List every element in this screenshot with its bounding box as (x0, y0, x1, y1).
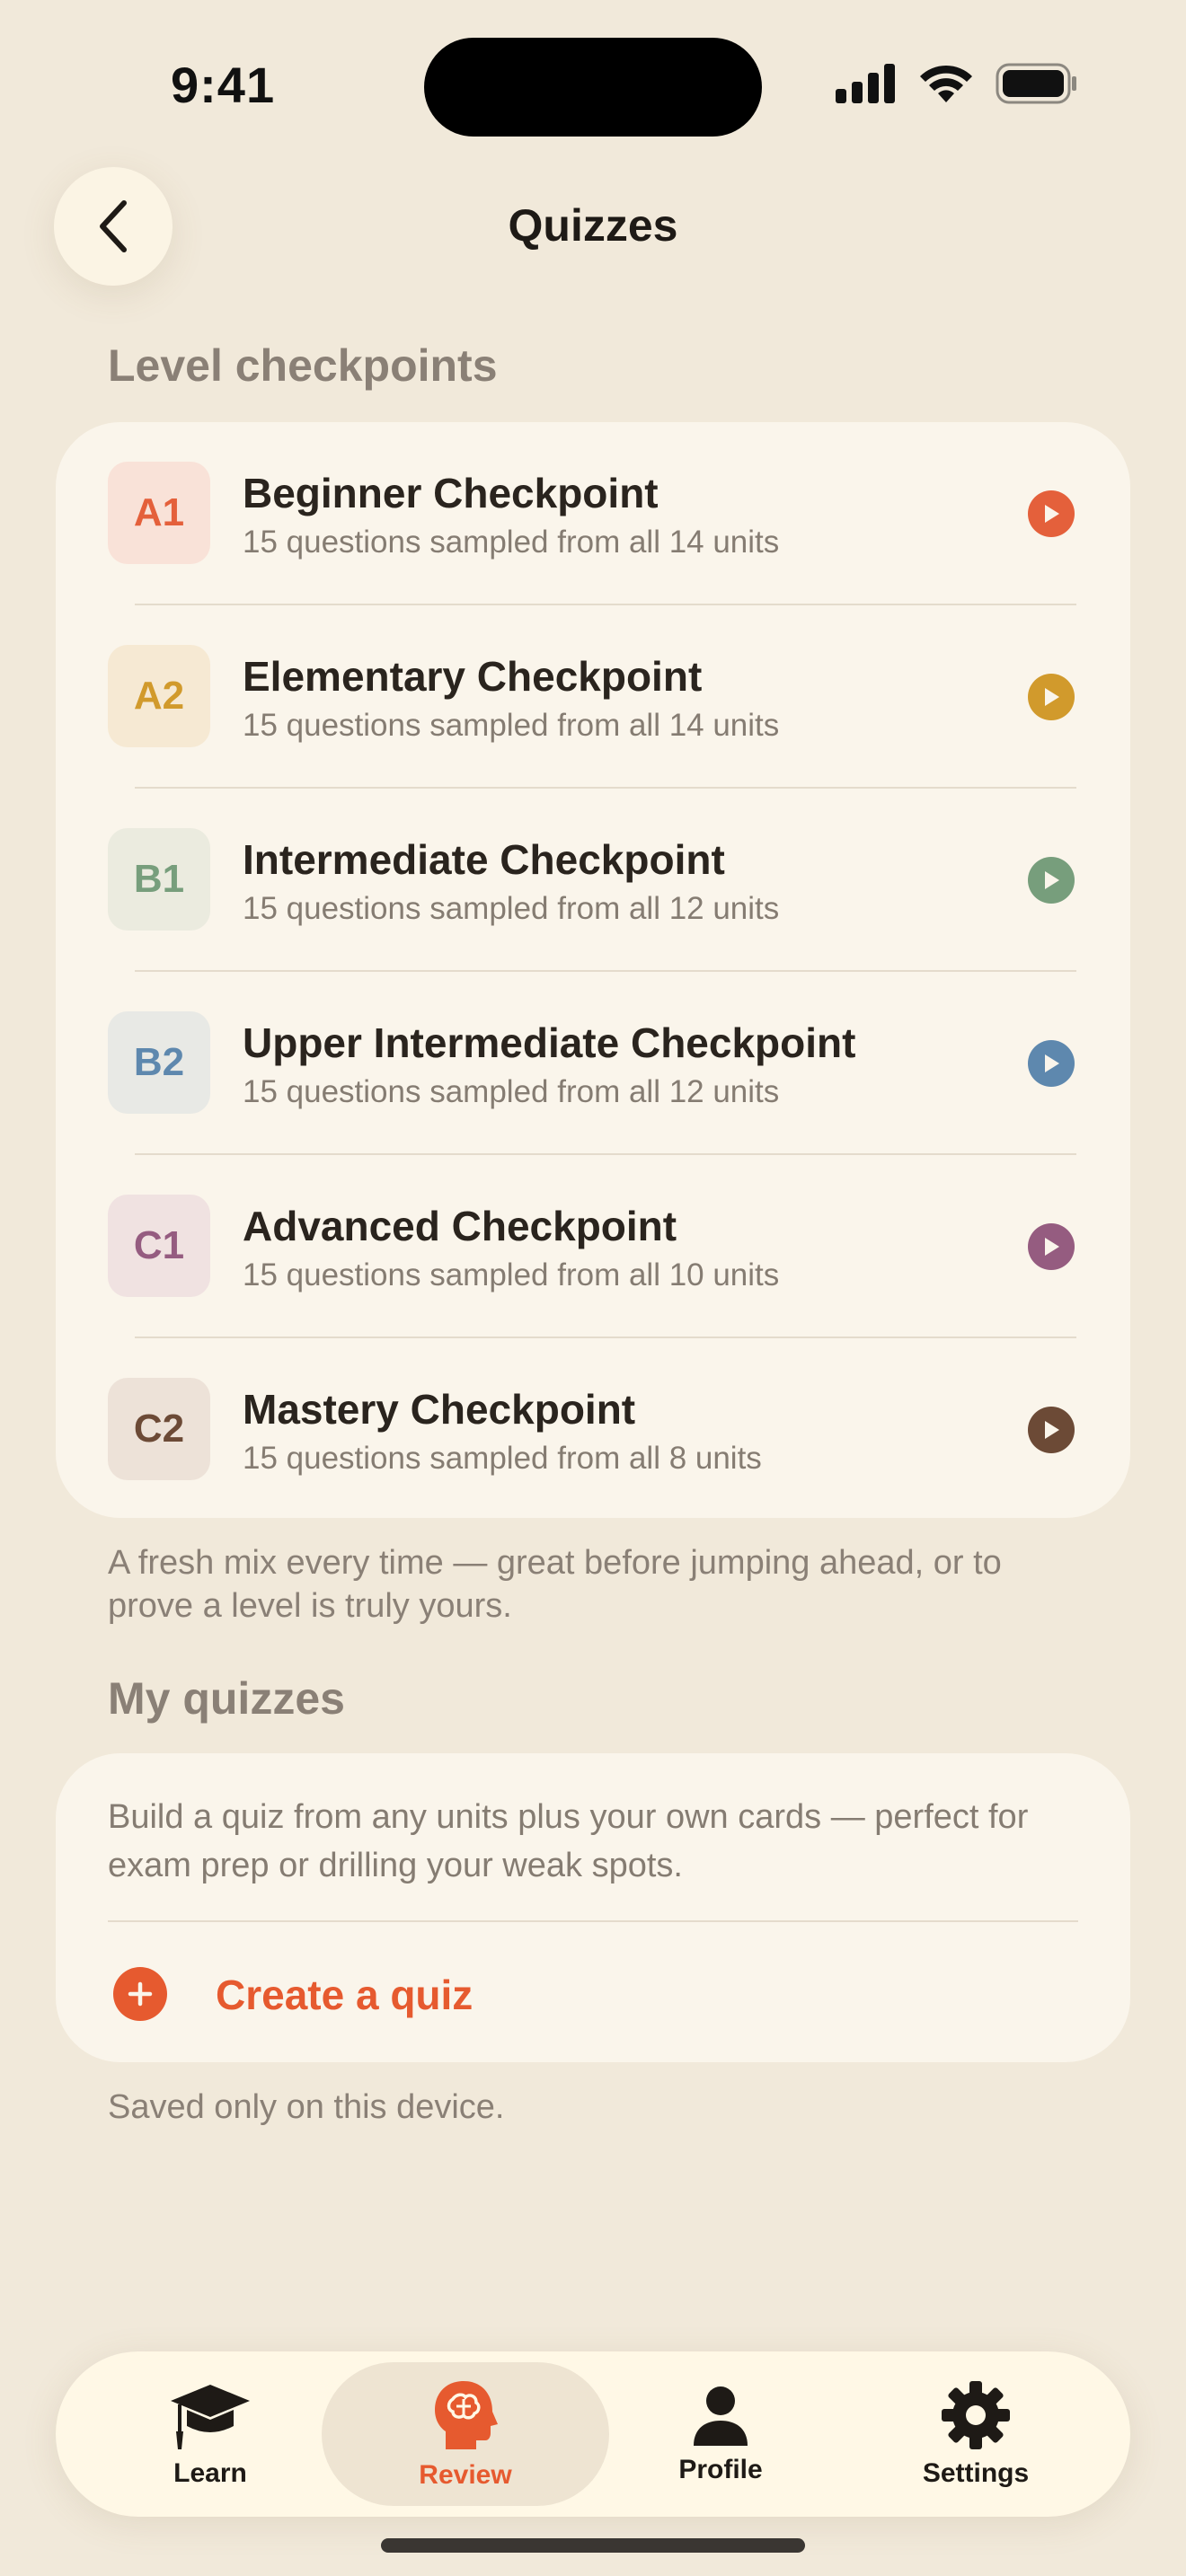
checkpoint-subtitle: 15 questions sampled from all 10 units (243, 1257, 780, 1292)
person-icon (694, 2386, 748, 2446)
checkpoint-row-b2[interactable]: B2 Upper Intermediate Checkpoint 15 ques… (56, 972, 1130, 1155)
home-indicator[interactable] (381, 2538, 805, 2553)
checkpoint-subtitle: 15 questions sampled from all 12 units (243, 891, 780, 926)
checkpoint-title: Mastery Checkpoint (243, 1386, 636, 1433)
checkpoint-title: Advanced Checkpoint (243, 1203, 677, 1249)
checkpoint-title: Beginner Checkpoint (243, 470, 659, 516)
level-badge: C2 (108, 1378, 210, 1480)
create-quiz-label: Create a quiz (216, 1972, 474, 2018)
play-icon (1028, 1407, 1075, 1453)
checkpoint-subtitle: 15 questions sampled from all 14 units (243, 708, 780, 743)
checkpoints-footnote: A fresh mix every time — great before ju… (108, 1544, 1002, 1625)
brain-head-icon (435, 2381, 498, 2449)
section-header-level-checkpoints: Level checkpoints (108, 340, 498, 391)
level-badge: B1 (108, 828, 210, 931)
checkpoint-title: Elementary Checkpoint (243, 653, 703, 700)
battery-icon (996, 63, 1076, 104)
checkpoint-row-b1[interactable]: B1 Intermediate Checkpoint 15 questions … (56, 789, 1130, 972)
checkpoint-list: A1 Beginner Checkpoint 15 questions samp… (56, 422, 1130, 1518)
level-badge: A1 (108, 462, 210, 564)
my-quizzes-card: Build a quiz from any units plus your ow… (56, 1753, 1130, 2062)
tab-label: Learn (173, 2458, 247, 2488)
level-badge: A2 (108, 645, 210, 747)
tab-profile[interactable]: Profile (577, 2362, 864, 2506)
checkpoint-row-c1[interactable]: C1 Advanced Checkpoint 15 questions samp… (56, 1155, 1130, 1338)
page-title: Quizzes (508, 200, 678, 251)
tab-label: Profile (678, 2455, 763, 2484)
checkpoint-title: Upper Intermediate Checkpoint (243, 1019, 856, 1066)
tab-label: Review (419, 2460, 512, 2490)
tab-settings[interactable]: Settings (832, 2362, 1120, 2506)
checkpoint-subtitle: 15 questions sampled from all 14 units (243, 525, 780, 560)
level-badge: B2 (108, 1011, 210, 1114)
tab-bar: Learn Review Profile Settings (56, 2351, 1130, 2517)
gear-icon (942, 2381, 1010, 2449)
checkpoint-title: Intermediate Checkpoint (243, 836, 725, 883)
checkpoint-subtitle: 15 questions sampled from all 12 units (243, 1074, 780, 1109)
create-quiz-button[interactable]: Create a quiz (56, 1924, 1130, 2066)
play-icon (1028, 490, 1075, 537)
tab-review[interactable]: Review (322, 2362, 609, 2506)
dynamic-island (424, 38, 762, 137)
signal-icon (836, 64, 895, 103)
status-time: 9:41 (171, 57, 276, 113)
tab-label: Settings (922, 2458, 1030, 2488)
checkpoint-row-a2[interactable]: A2 Elementary Checkpoint 15 questions sa… (56, 605, 1130, 789)
play-icon (1028, 857, 1075, 904)
my-quizzes-footnote: Saved only on this device. (108, 2088, 505, 2126)
tab-learn[interactable]: Learn (66, 2362, 354, 2506)
my-quizzes-description: Build a quiz from any units plus your ow… (108, 1798, 1029, 1884)
checkpoint-subtitle: 15 questions sampled from all 8 units (243, 1441, 762, 1476)
checkpoint-row-a1[interactable]: A1 Beginner Checkpoint 15 questions samp… (56, 422, 1130, 605)
plus-circle-icon (113, 1967, 167, 2021)
play-icon (1028, 1223, 1075, 1270)
status-icons (836, 63, 1078, 104)
play-icon (1028, 1040, 1075, 1087)
section-header-my-quizzes: My quizzes (108, 1673, 345, 1724)
graduation-cap-icon (171, 2385, 250, 2449)
checkpoint-row-c2[interactable]: C2 Mastery Checkpoint 15 questions sampl… (56, 1338, 1130, 1522)
quizzes-screen: 9:41 Quizzes Level checkpoints A1 Beginn… (0, 0, 1186, 2576)
wifi-icon (920, 65, 972, 102)
divider (108, 1920, 1078, 1922)
level-badge: C1 (108, 1195, 210, 1297)
play-icon (1028, 674, 1075, 720)
